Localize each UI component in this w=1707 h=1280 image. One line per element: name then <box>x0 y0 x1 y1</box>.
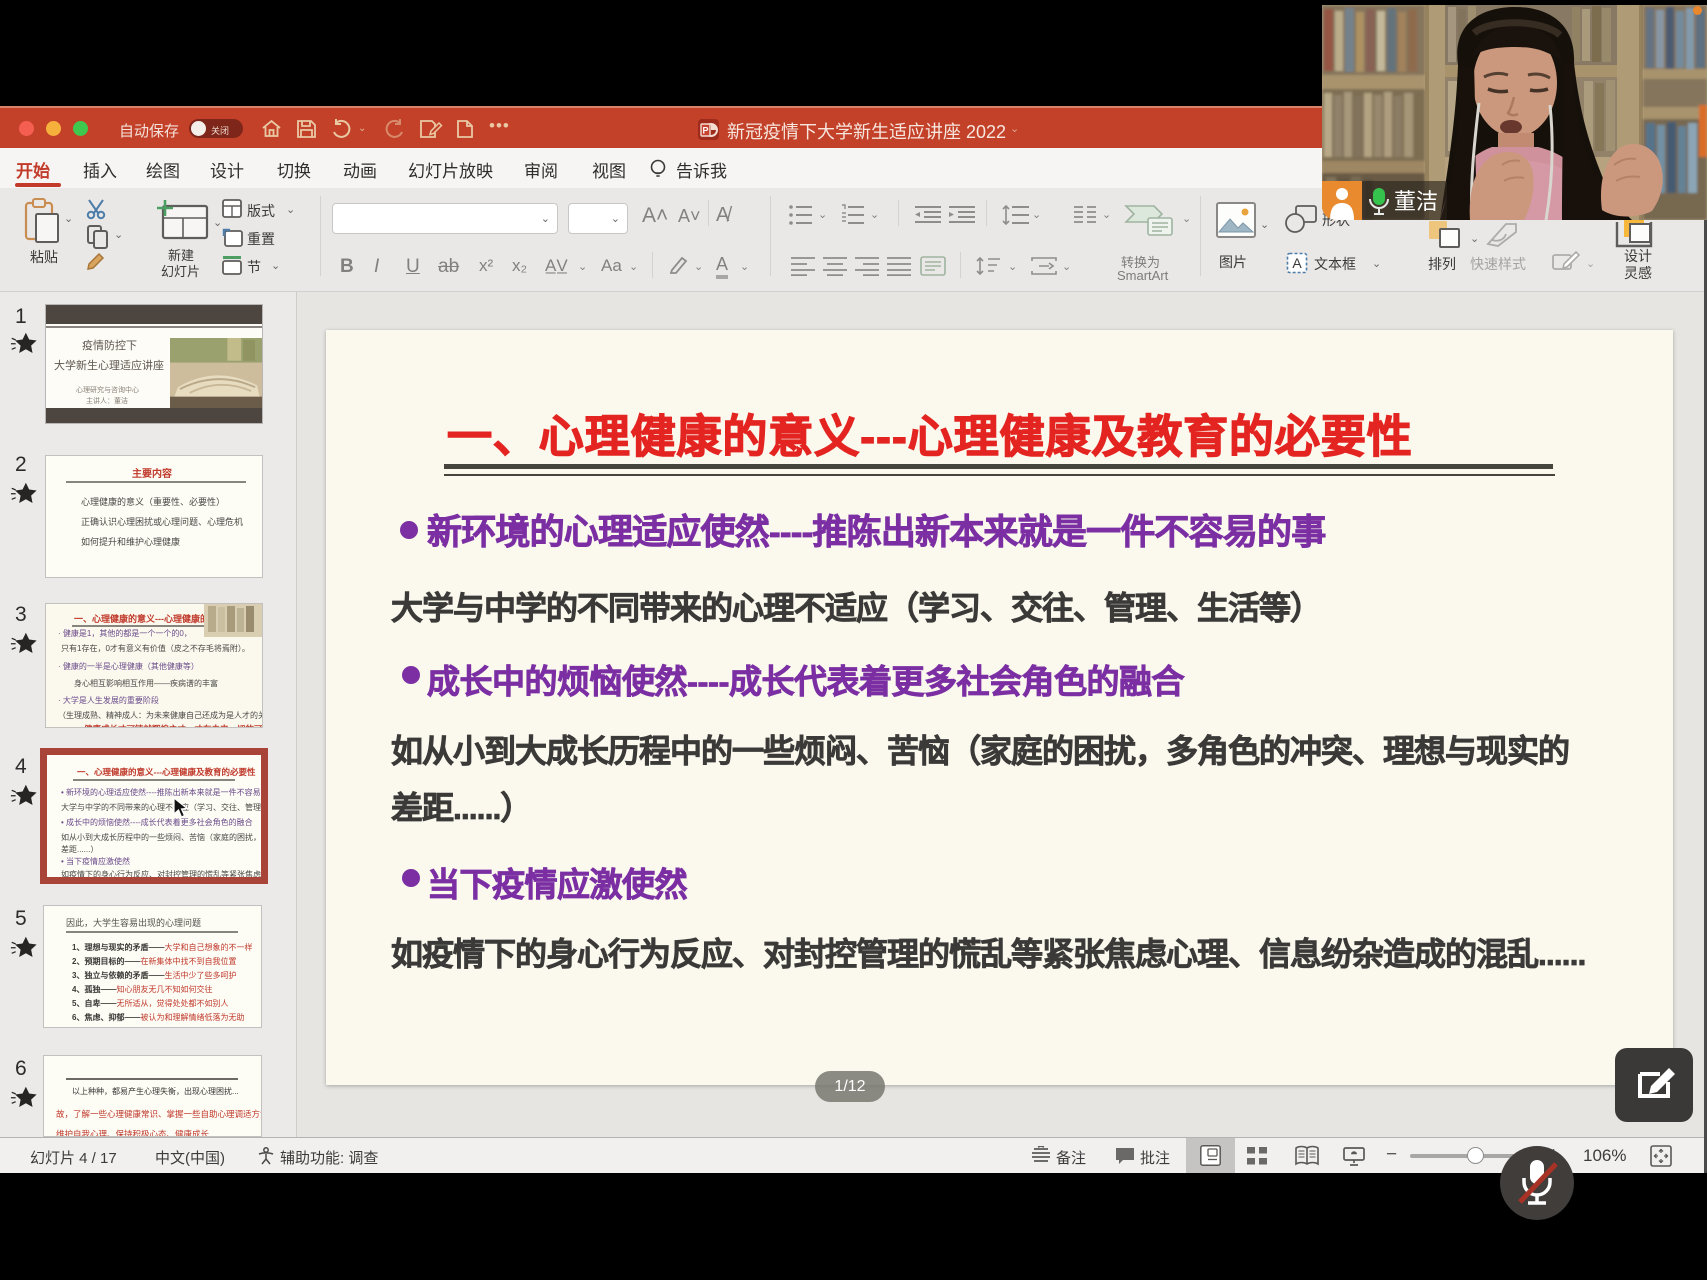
svg-text:P: P <box>702 126 708 136</box>
svg-text:董洁: 董洁 <box>1394 189 1438 214</box>
svg-text:A: A <box>1292 255 1302 271</box>
